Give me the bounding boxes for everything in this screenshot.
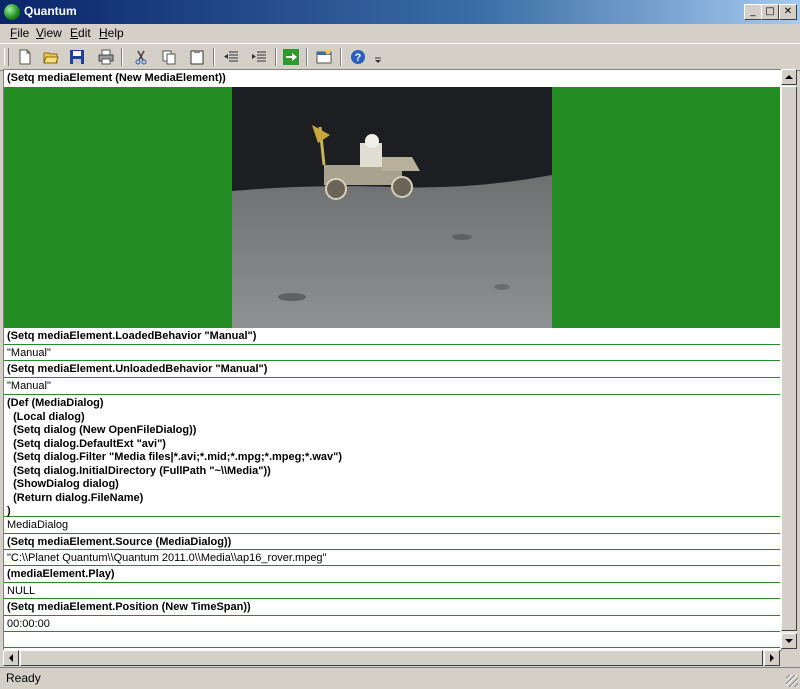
input-cell[interactable]: (Setq mediaElement.UnloadedBehavior "Man… bbox=[4, 361, 780, 378]
video-frame bbox=[232, 87, 552, 328]
cut-icon[interactable] bbox=[131, 47, 151, 67]
toolbar-grip[interactable] bbox=[4, 48, 9, 66]
new-window-icon[interactable] bbox=[314, 47, 334, 67]
input-cell[interactable]: (mediaElement.Play) bbox=[4, 566, 780, 583]
input-cell[interactable]: (Def (MediaDialog) (Local dialog) (Setq … bbox=[4, 395, 780, 517]
vertical-scroll-thumb[interactable] bbox=[781, 86, 797, 631]
menu-view[interactable]: View bbox=[36, 26, 62, 40]
toolbar-separator bbox=[306, 48, 308, 66]
menu-file[interactable]: File bbox=[10, 26, 29, 40]
run-icon[interactable] bbox=[281, 47, 301, 67]
copy-icon[interactable] bbox=[159, 47, 179, 67]
save-icon[interactable] bbox=[67, 47, 87, 67]
scroll-up-button[interactable] bbox=[781, 69, 797, 85]
horizontal-scroll-thumb[interactable] bbox=[20, 650, 763, 666]
toolbar-separator bbox=[213, 48, 215, 66]
vertical-scrollbar[interactable] bbox=[781, 69, 797, 649]
scroll-left-button[interactable] bbox=[3, 650, 19, 666]
toolbar: ? bbox=[0, 43, 800, 71]
title-bar[interactable]: Quantum _ □ ✕ bbox=[0, 0, 800, 24]
output-cell: "Manual" bbox=[4, 378, 780, 395]
arrow-left-icon bbox=[9, 654, 13, 662]
arrow-right-icon bbox=[770, 654, 774, 662]
menu-bar: File View Edit Help bbox=[0, 24, 800, 42]
toolbar-separator bbox=[340, 48, 342, 66]
outdent-icon[interactable] bbox=[221, 47, 241, 67]
print-icon[interactable] bbox=[96, 47, 116, 67]
input-cell[interactable]: (Setq mediaElement (New MediaElement)) bbox=[4, 70, 780, 88]
scroll-right-button[interactable] bbox=[764, 650, 780, 666]
open-folder-icon[interactable] bbox=[41, 47, 61, 67]
scroll-down-button[interactable] bbox=[781, 633, 797, 649]
worksheet[interactable]: (Setq mediaElement (New MediaElement)) (… bbox=[3, 69, 782, 651]
help-icon[interactable]: ? bbox=[348, 47, 368, 67]
arrow-up-icon bbox=[785, 75, 793, 79]
maximize-button[interactable]: □ bbox=[761, 4, 779, 20]
app-globe-icon bbox=[4, 4, 20, 20]
new-document-icon[interactable] bbox=[15, 47, 35, 67]
output-cell: 00:00:00 bbox=[4, 616, 780, 632]
toolbar-separator bbox=[121, 48, 123, 66]
arrow-down-icon bbox=[785, 639, 793, 643]
output-cell: "Manual" bbox=[4, 345, 780, 361]
output-cell: MediaDialog bbox=[4, 517, 780, 534]
media-element[interactable] bbox=[4, 87, 780, 328]
toolbar-separator bbox=[275, 48, 277, 66]
window-title: Quantum bbox=[24, 4, 77, 18]
close-button[interactable]: ✕ bbox=[779, 4, 797, 20]
toolbar-overflow-icon[interactable] bbox=[372, 54, 384, 66]
menu-edit[interactable]: Edit bbox=[70, 26, 91, 40]
svg-text:?: ? bbox=[355, 52, 362, 64]
output-cell: NULL bbox=[4, 583, 780, 599]
input-cell[interactable]: (Setq mediaElement.Position (New TimeSpa… bbox=[4, 599, 780, 616]
output-cell: "C:\\Planet Quantum\\Quantum 2011.0\\Med… bbox=[4, 550, 780, 566]
input-cell[interactable]: (Setq mediaElement.Source (MediaDialog)) bbox=[4, 534, 780, 550]
input-cell[interactable]: (Setq mediaElement.LoadedBehavior "Manua… bbox=[4, 328, 780, 345]
resize-grip-icon[interactable] bbox=[786, 675, 798, 687]
horizontal-scrollbar[interactable] bbox=[3, 650, 780, 666]
indent-icon[interactable] bbox=[249, 47, 269, 67]
status-bar: Ready bbox=[0, 667, 800, 689]
menu-help[interactable]: Help bbox=[99, 26, 124, 40]
empty-input-cell[interactable] bbox=[4, 632, 780, 648]
minimize-button[interactable]: _ bbox=[744, 4, 762, 20]
status-text: Ready bbox=[6, 671, 41, 685]
paste-icon[interactable] bbox=[187, 47, 207, 67]
